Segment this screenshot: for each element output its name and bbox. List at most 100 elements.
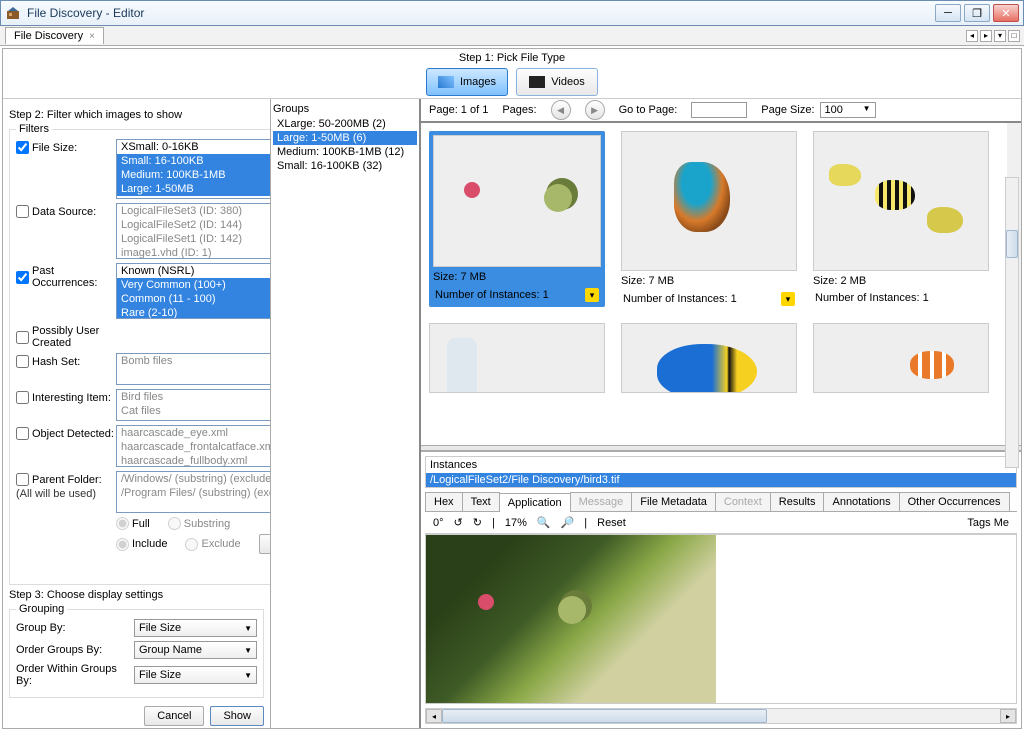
list-item[interactable]: image1.vhd (ID: 1) [117,246,271,259]
object-detected-listbox[interactable]: haarcascade_eye.xml haarcascade_frontalc… [116,425,271,467]
strip-prev-icon[interactable]: ◂ [966,30,978,42]
list-item[interactable]: Common (11 - 100) [117,292,271,306]
list-item[interactable]: Bomb files [117,354,271,368]
group-item[interactable]: Large: 1-50MB (6) [273,131,417,145]
cancel-button[interactable]: Cancel [144,706,204,726]
thumbnail-card[interactable] [621,323,797,393]
strip-max-icon[interactable]: □ [1008,30,1020,42]
list-item[interactable]: LogicalFileSet1 (ID: 142) [117,232,271,246]
data-source-label[interactable]: Data Source: [16,203,116,218]
show-button[interactable]: Show [210,706,264,726]
viewer-tab-file-metadata[interactable]: File Metadata [631,492,716,511]
list-item[interactable]: Known (NSRL) [117,264,271,278]
parent-folder-checkbox[interactable] [16,473,29,486]
object-detected-label[interactable]: Object Detected: [16,425,116,440]
list-item[interactable]: /Program Files/ (substring) (excl... [117,486,271,500]
group-item[interactable]: XLarge: 50-200MB (2) [273,117,417,131]
interesting-item-listbox[interactable]: Bird files Cat files [116,389,271,421]
delete-button[interactable]: Delete [259,534,271,554]
instance-path[interactable]: /LogicalFileSet2/File Discovery/bird3.ti… [426,473,1016,487]
order-within-groups-by-dropdown[interactable]: File Size▼ [134,666,257,684]
parent-folder-label[interactable]: Parent Folder: (All will be used) [16,471,116,500]
thumbnail-grid[interactable]: Size: 7 MBNumber of Instances: 1▾Size: 7… [421,123,1021,445]
reset-button[interactable]: Reset [597,517,626,529]
viewer-tab-application[interactable]: Application [499,493,571,512]
list-item[interactable]: Rare (2-10) [117,306,271,319]
parent-folder-listbox[interactable]: /Windows/ (substring) (exclude) /Program… [116,471,271,513]
viewer-tab-annotations[interactable]: Annotations [823,492,899,511]
hash-set-listbox[interactable]: Bomb files [116,353,271,385]
possibly-user-created-label[interactable]: Possibly User Created [16,323,116,349]
tags-menu-label[interactable]: Tags Me [967,517,1009,529]
scroll-right-icon[interactable]: ▸ [1000,709,1016,723]
scroll-left-icon[interactable]: ◂ [426,709,442,723]
videos-type-button[interactable]: Videos [516,68,598,96]
close-button[interactable]: ✕ [993,4,1019,22]
viewer-tab-results[interactable]: Results [770,492,825,511]
list-item[interactable]: LogicalFileSet3 (ID: 380) [117,204,271,218]
notable-marker-icon[interactable]: ▾ [781,292,795,306]
document-tab[interactable]: File Discovery × [5,27,104,44]
file-size-label[interactable]: File Size: [16,139,116,154]
list-item[interactable]: Medium: 100KB-1MB [117,168,271,182]
vertical-scrollbar[interactable] [1005,177,1019,468]
list-item[interactable]: Cat files [117,404,271,418]
hash-set-label[interactable]: Hash Set: [16,353,116,368]
rotate-ccw-icon[interactable]: ↺ [454,516,463,529]
past-occurrences-label[interactable]: Past Occurrences: [16,263,116,289]
images-type-button[interactable]: Images [426,68,508,96]
horizontal-scrollbar[interactable]: ◂ ▸ [425,708,1017,724]
thumbnail-card[interactable]: Size: 2 MBNumber of Instances: 1 [813,131,989,307]
possibly-user-created-checkbox[interactable] [16,331,29,344]
list-item[interactable]: haarcascade_fullbody.xml [117,454,271,467]
page-size-dropdown[interactable]: 100▼ [820,102,876,118]
interesting-item-checkbox[interactable] [16,391,29,404]
past-occurrences-listbox[interactable]: Known (NSRL) Very Common (100+) Common (… [116,263,271,319]
group-item[interactable]: Small: 16-100KB (32) [273,159,417,173]
include-radio[interactable]: Include [116,538,167,551]
list-item[interactable]: haarcascade_eye.xml [117,426,271,440]
order-groups-by-dropdown[interactable]: Group Name▼ [134,641,257,659]
file-size-listbox[interactable]: XSmall: 0-16KB Small: 16-100KB Medium: 1… [116,139,271,199]
strip-next-icon[interactable]: ▸ [980,30,992,42]
list-item[interactable]: haarcascade_frontalcatface.xml [117,440,271,454]
file-size-checkbox[interactable] [16,141,29,154]
list-item[interactable]: Very Common (100+) [117,278,271,292]
thumbnail-card[interactable] [429,323,605,393]
rotate-cw-icon[interactable]: ↻ [473,516,482,529]
full-radio[interactable]: Full [116,517,150,530]
restore-button[interactable]: ❐ [964,4,990,22]
object-detected-checkbox[interactable] [16,427,29,440]
interesting-item-label[interactable]: Interesting Item: [16,389,116,404]
thumbnail-card[interactable]: Size: 7 MBNumber of Instances: 1▾ [621,131,797,307]
strip-menu-icon[interactable]: ▾ [994,30,1006,42]
thumbnail-card[interactable]: Size: 7 MBNumber of Instances: 1▾ [429,131,605,307]
list-item[interactable]: Small: 16-100KB [117,154,271,168]
list-item[interactable]: /Windows/ (substring) (exclude) [117,472,271,486]
hash-set-checkbox[interactable] [16,355,29,368]
viewer-tab-hex[interactable]: Hex [425,492,463,511]
document-tab-close-icon[interactable]: × [89,31,95,42]
list-item[interactable]: Large: 1-50MB [117,182,271,196]
zoom-out-icon[interactable]: 🔎 [561,516,575,529]
list-item[interactable]: Bird files [117,390,271,404]
data-source-listbox[interactable]: LogicalFileSet3 (ID: 380) LogicalFileSet… [116,203,271,259]
group-by-dropdown[interactable]: File Size▼ [134,619,257,637]
list-item[interactable]: LogicalFileSet2 (ID: 144) [117,218,271,232]
group-item[interactable]: Medium: 100KB-1MB (12) [273,145,417,159]
thumbnail-card[interactable] [813,323,989,393]
list-item[interactable]: XSmall: 0-16KB [117,140,271,154]
past-occurrences-checkbox[interactable] [16,271,29,284]
exclude-radio[interactable]: Exclude [185,538,240,551]
scrollbar-thumb[interactable] [442,709,767,723]
next-page-button[interactable]: ▶ [585,100,605,120]
zoom-in-icon[interactable]: 🔍 [537,516,551,529]
notable-marker-icon[interactable]: ▾ [585,288,599,302]
goto-page-input[interactable] [691,102,747,118]
scrollbar-thumb[interactable] [1006,230,1018,258]
viewer-tab-text[interactable]: Text [462,492,500,511]
prev-page-button[interactable]: ◀ [551,100,571,120]
data-source-checkbox[interactable] [16,205,29,218]
substring-radio[interactable]: Substring [168,517,230,530]
minimize-button[interactable]: ─ [935,4,961,22]
